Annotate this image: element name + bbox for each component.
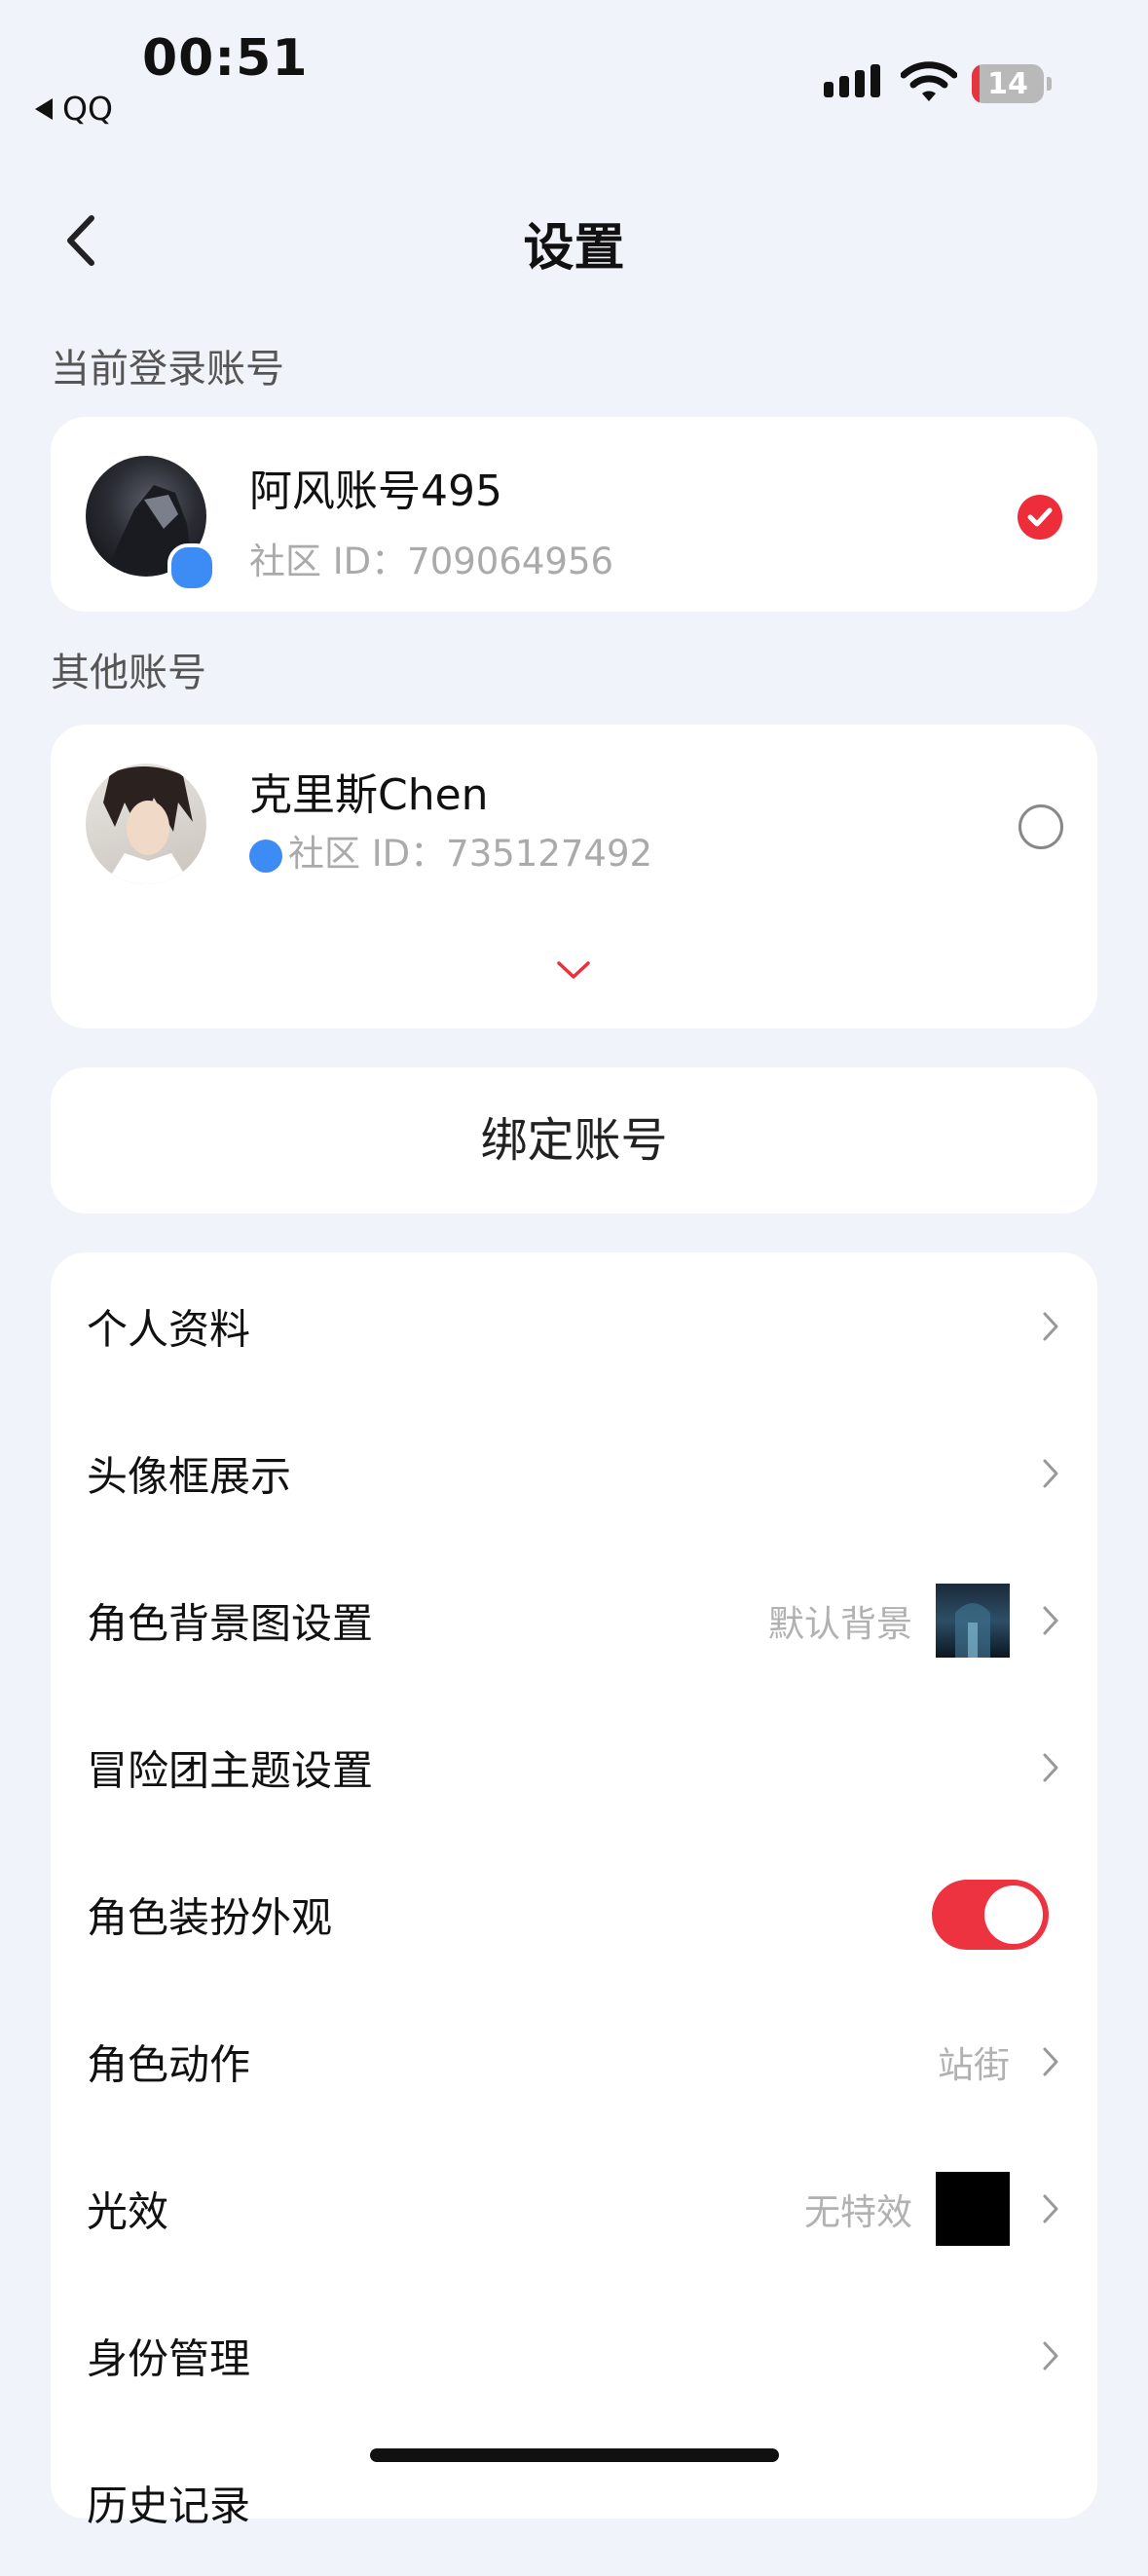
settings-row-role-outfit: 角色装扮外观 — [51, 1841, 1097, 1988]
status-time: 00:51 — [142, 29, 309, 88]
other-account-name: 克里斯Chen — [249, 770, 489, 820]
current-account-name: 阿风账号495 — [249, 467, 502, 516]
settings-row-identity[interactable]: 身份管理 — [51, 2282, 1097, 2429]
settings-row-label: 光效 — [87, 2187, 169, 2235]
settings-row-label: 冒险团主题设置 — [87, 1746, 374, 1794]
other-accounts-card: 克里斯Chen 社区 ID：735127492 — [51, 725, 1097, 1028]
settings-row-label: 角色背景图设置 — [87, 1599, 374, 1647]
chevron-down-icon — [557, 961, 590, 979]
wifi-icon — [900, 60, 958, 107]
unselected-radio[interactable] — [1018, 804, 1063, 849]
selected-check-icon[interactable] — [1018, 495, 1062, 540]
battery-tip — [1047, 77, 1052, 91]
current-account-card[interactable]: 阿风账号495 社区 ID：709064956 — [51, 417, 1097, 612]
back-to-app-link[interactable]: QQ — [35, 90, 113, 128]
battery-level: 14 — [987, 66, 1028, 101]
settings-row-role-background[interactable]: 角色背景图设置 默认背景 — [51, 1547, 1097, 1694]
settings-row-profile[interactable]: 个人资料 — [51, 1252, 1097, 1400]
other-avatar — [86, 764, 206, 884]
settings-row-role-action[interactable]: 角色动作 站街 — [51, 1988, 1097, 2135]
other-accounts-heading: 其他账号 — [51, 651, 206, 695]
light-effect-thumbnail — [936, 2171, 1010, 2246]
current-account-id: 社区 ID：709064956 — [249, 541, 614, 582]
qq-icon — [249, 839, 282, 873]
other-account-id: 社区 ID：735127492 — [288, 833, 653, 875]
other-account-id-line: 社区 ID：735127492 — [249, 824, 652, 877]
chevron-right-icon — [1043, 2194, 1058, 2222]
back-app-label: QQ — [62, 90, 113, 128]
settings-row-team-theme[interactable]: 冒险团主题设置 — [51, 1694, 1097, 1841]
expand-accounts-button[interactable] — [555, 958, 592, 986]
bind-account-button[interactable]: 绑定账号 — [51, 1067, 1097, 1213]
home-indicator — [370, 2448, 779, 2462]
chevron-right-icon — [1043, 1312, 1058, 1340]
settings-row-value: 站街 — [938, 2043, 1010, 2086]
settings-row-label: 身份管理 — [87, 2334, 251, 2382]
settings-row-label: 个人资料 — [87, 1305, 251, 1353]
toggle-knob — [984, 1885, 1043, 1944]
chevron-right-icon — [1043, 1606, 1058, 1634]
settings-row-light-effect[interactable]: 光效 无特效 — [51, 2135, 1097, 2282]
settings-row-label: 历史记录 — [87, 2482, 251, 2529]
qq-badge-icon — [167, 543, 216, 592]
battery-icon: 14 — [972, 64, 1044, 103]
chevron-right-icon — [1043, 1753, 1058, 1781]
settings-row-value: 无特效 — [804, 2190, 912, 2233]
settings-row-label: 角色装扮外观 — [87, 1893, 333, 1941]
settings-list: 个人资料 头像框展示 角色背景图设置 默认背景 冒险团主题设置 角色装扮外观 角… — [51, 1252, 1097, 2529]
chevron-right-icon — [1043, 1459, 1058, 1487]
settings-row-avatar-frame[interactable]: 头像框展示 — [51, 1400, 1097, 1547]
chevron-left-icon — [67, 215, 94, 266]
settings-row-label: 角色动作 — [87, 2040, 251, 2088]
page-title: 设置 — [523, 219, 625, 278]
settings-row-value: 默认背景 — [768, 1602, 912, 1645]
role-outfit-toggle[interactable] — [932, 1879, 1049, 1950]
back-triangle-icon — [35, 97, 53, 120]
chevron-right-icon — [1043, 2341, 1058, 2370]
current-account-heading: 当前登录账号 — [51, 347, 284, 392]
back-button[interactable] — [56, 206, 115, 275]
background-thumbnail — [936, 1583, 1010, 1658]
settings-row-label: 头像框展示 — [87, 1452, 292, 1500]
chevron-right-icon — [1043, 2047, 1058, 2075]
cellular-signal-icon — [824, 64, 880, 97]
